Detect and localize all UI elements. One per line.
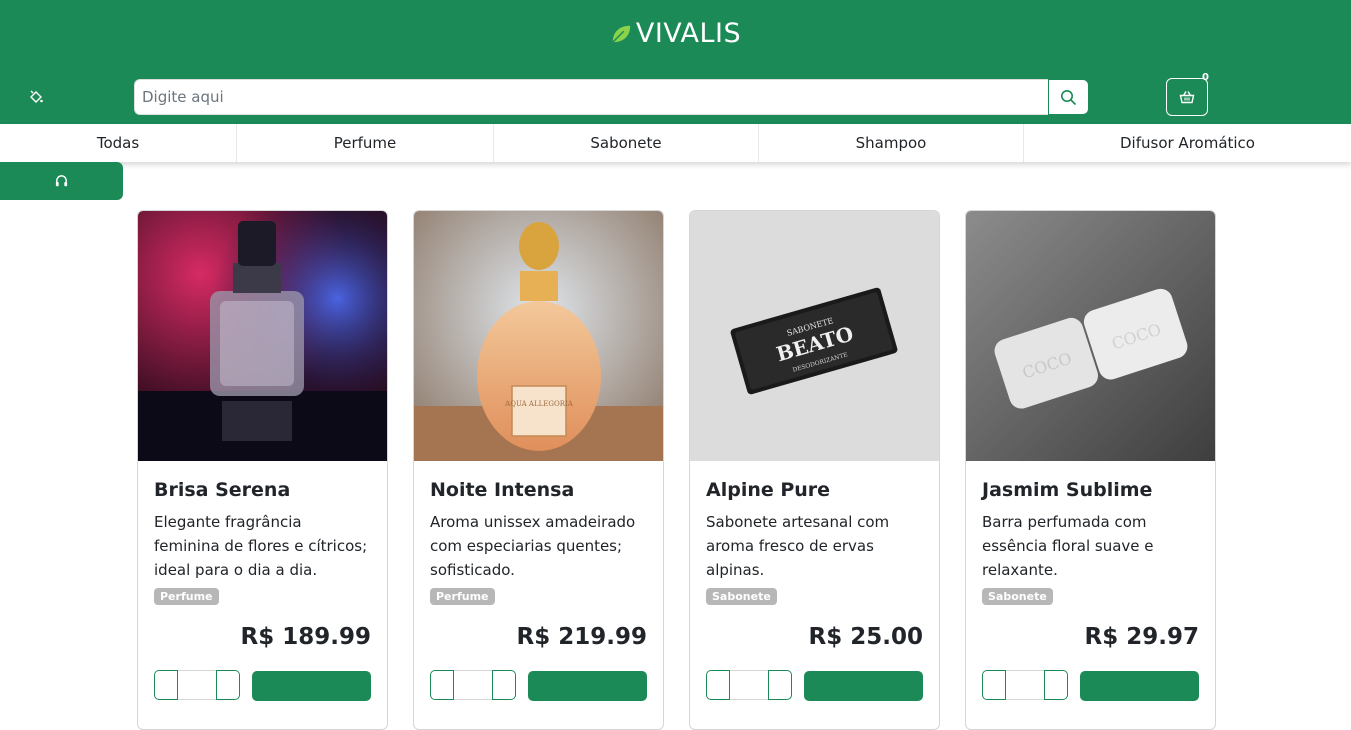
- category-perfume[interactable]: Perfume: [237, 124, 494, 162]
- bottle-label-text: AQUA ALLEGORIA: [504, 400, 574, 408]
- theme-toggle-button[interactable]: [26, 88, 46, 108]
- product-image[interactable]: AQUA ALLEGORIA: [414, 211, 663, 461]
- product-price: R$ 189.99: [240, 624, 371, 650]
- product-price: R$ 219.99: [516, 624, 647, 650]
- category-badge: Perfume: [154, 588, 219, 605]
- leaf-icon: [612, 25, 631, 43]
- decrease-button[interactable]: [982, 670, 1006, 700]
- product-description: Aroma unissex amadeirado com especiarias…: [430, 513, 636, 579]
- quantity-input[interactable]: [454, 670, 492, 700]
- product-price: R$ 29.97: [1084, 624, 1199, 650]
- product-description: Elegante fragrância feminina de flores e…: [154, 513, 368, 579]
- category-badge: Sabonete: [982, 588, 1053, 605]
- add-to-cart-button[interactable]: [528, 671, 647, 701]
- category-badge: Perfume: [430, 588, 495, 605]
- increase-button[interactable]: [768, 670, 792, 700]
- quantity-stepper: [982, 670, 1068, 700]
- quantity-input[interactable]: [1006, 670, 1044, 700]
- increase-button[interactable]: [492, 670, 516, 700]
- category-sabonete[interactable]: Sabonete: [494, 124, 759, 162]
- product-card: Brisa Serena Elegante fragrância feminin…: [137, 210, 388, 730]
- product-card: COCO COCO Jasmim Sublime Barra perfumada…: [965, 210, 1216, 730]
- product-card: AQUA ALLEGORIA Noite Intensa Aroma uniss…: [413, 210, 664, 730]
- cart-count-badge: 0: [1202, 72, 1209, 83]
- decrease-button[interactable]: [706, 670, 730, 700]
- product-image[interactable]: COCO COCO: [966, 211, 1215, 461]
- quantity-stepper: [154, 670, 240, 700]
- basket-icon: [1179, 91, 1195, 104]
- add-to-cart-button[interactable]: [252, 671, 371, 701]
- increase-button[interactable]: [1044, 670, 1068, 700]
- quantity-stepper: [706, 670, 792, 700]
- header: VIVALIS 0: [0, 0, 1351, 124]
- add-to-cart-button[interactable]: [804, 671, 923, 701]
- product-grid: Brisa Serena Elegante fragrância feminin…: [137, 210, 1216, 730]
- category-difusor-aromatico[interactable]: Difusor Aromático: [1024, 124, 1351, 162]
- product-description: Sabonete artesanal com aroma fresco de e…: [706, 513, 890, 579]
- search-bar: [134, 79, 1089, 115]
- quantity-input[interactable]: [730, 670, 768, 700]
- product-title[interactable]: Brisa Serena: [154, 479, 371, 501]
- product-image[interactable]: [138, 211, 387, 461]
- headset-icon: [55, 174, 68, 186]
- product-title[interactable]: Noite Intensa: [430, 479, 647, 501]
- product-image[interactable]: SABONETE BEATO DESODORIZANTE: [690, 211, 939, 461]
- category-badge: Sabonete: [706, 588, 777, 605]
- search-button[interactable]: [1048, 79, 1089, 115]
- support-button[interactable]: [0, 162, 123, 200]
- category-nav: Todas Perfume Sabonete Shampoo Difusor A…: [0, 124, 1351, 162]
- product-title[interactable]: Jasmim Sublime: [982, 479, 1199, 501]
- product-description: Barra perfumada com essência floral suav…: [982, 513, 1154, 579]
- add-to-cart-button[interactable]: [1080, 671, 1199, 701]
- product-title[interactable]: Alpine Pure: [706, 479, 923, 501]
- brand-logo[interactable]: VIVALIS: [0, 18, 1351, 49]
- paint-bucket-icon: [30, 90, 43, 103]
- product-price: R$ 25.00: [808, 624, 923, 650]
- product-card: SABONETE BEATO DESODORIZANTE Alpine Pure…: [689, 210, 940, 730]
- quantity-input[interactable]: [178, 670, 216, 700]
- decrease-button[interactable]: [430, 670, 454, 700]
- decrease-button[interactable]: [154, 670, 178, 700]
- brand-name: VIVALIS: [635, 18, 742, 49]
- category-shampoo[interactable]: Shampoo: [759, 124, 1024, 162]
- search-input[interactable]: [134, 79, 1048, 115]
- search-icon: [1061, 89, 1077, 105]
- increase-button[interactable]: [216, 670, 240, 700]
- quantity-stepper: [430, 670, 516, 700]
- category-todas[interactable]: Todas: [0, 124, 237, 162]
- cart-button[interactable]: [1166, 78, 1208, 116]
